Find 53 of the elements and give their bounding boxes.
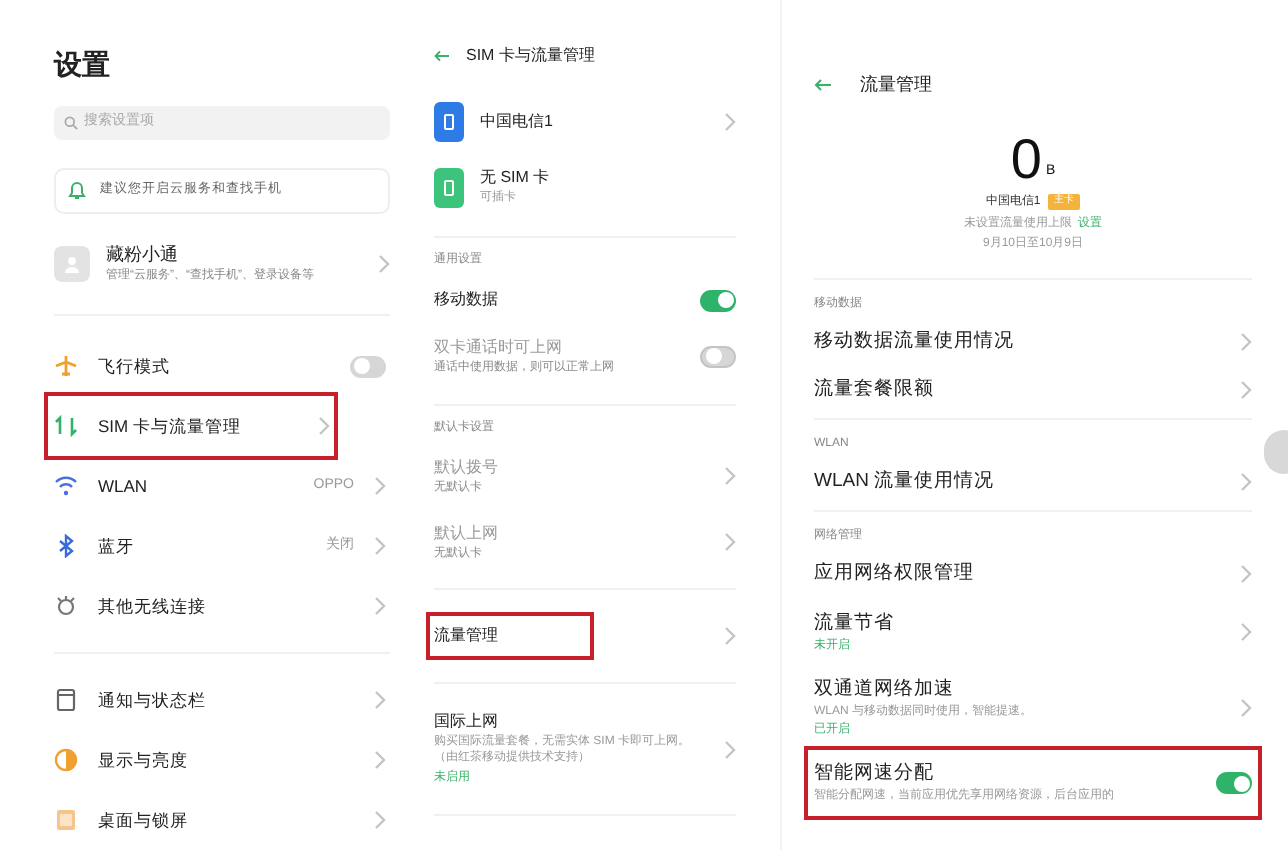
sim-card-name: 中国电信1	[480, 109, 555, 133]
sim-card-name: 无 SIM 卡	[480, 166, 552, 190]
chevron-icon	[374, 690, 386, 710]
toggle-switch[interactable]	[350, 355, 386, 377]
chevron-icon	[374, 476, 386, 496]
connection-icon	[54, 594, 78, 618]
chevron-icon	[1240, 564, 1252, 585]
page-title: 设置	[54, 46, 112, 84]
chevron-icon	[318, 416, 330, 436]
toggle-switch[interactable]	[700, 289, 736, 311]
chevron-icon	[374, 750, 386, 770]
chevron-icon	[378, 253, 390, 274]
chevron-icon	[724, 739, 736, 760]
settings-item[interactable]: 显示与亮度	[54, 730, 390, 790]
signal-arrows-icon	[54, 414, 78, 438]
bluetooth-icon	[54, 534, 78, 558]
page-title: SIM 卡与流量管理	[466, 44, 595, 68]
notification-bar-icon	[54, 688, 78, 712]
chevron-icon	[1240, 472, 1252, 493]
airplane-icon	[54, 354, 78, 378]
page-title: 流量管理	[860, 72, 932, 98]
settings-item[interactable]: SIM 卡与流量管理	[48, 396, 334, 456]
chevron-icon	[1240, 697, 1252, 718]
settings-item[interactable]: 飞行模式	[54, 336, 390, 396]
back-icon[interactable]	[814, 78, 832, 93]
chevron-icon	[724, 531, 736, 552]
chevron-icon	[724, 466, 736, 487]
chevron-icon	[724, 626, 736, 647]
chevron-icon	[374, 596, 386, 616]
chevron-icon	[374, 810, 386, 830]
chevron-icon	[1240, 622, 1252, 643]
toggle-switch[interactable]	[1216, 772, 1252, 795]
avatar-icon	[54, 245, 90, 282]
account-name: 藏粉小通	[106, 241, 180, 267]
settings-item[interactable]: 应用网络权限管理	[814, 550, 1252, 599]
back-icon[interactable]	[434, 50, 450, 62]
settings-item[interactable]: 移动数据流量使用情况	[814, 317, 1252, 366]
chevron-icon	[1240, 331, 1252, 352]
settings-item[interactable]: 移动数据	[434, 276, 736, 324]
chevron-icon	[374, 536, 386, 556]
bell-icon	[68, 180, 86, 201]
settings-item[interactable]: 通知与状态栏	[54, 670, 390, 730]
settings-item[interactable]: 流量套餐限额	[814, 365, 1252, 414]
desktop-icon	[54, 808, 78, 832]
settings-item[interactable]: 桌面与锁屏	[54, 790, 390, 850]
chevron-icon	[1240, 379, 1252, 400]
chevron-icon	[724, 111, 736, 131]
usage-amount: 0	[1010, 131, 1042, 187]
search-icon	[64, 115, 78, 130]
settings-item[interactable]: 其他无线连接	[54, 576, 390, 636]
settings-item[interactable]: WLAN 流量使用情况	[814, 458, 1252, 507]
wifi-icon	[54, 474, 78, 498]
brightness-icon	[54, 748, 78, 772]
